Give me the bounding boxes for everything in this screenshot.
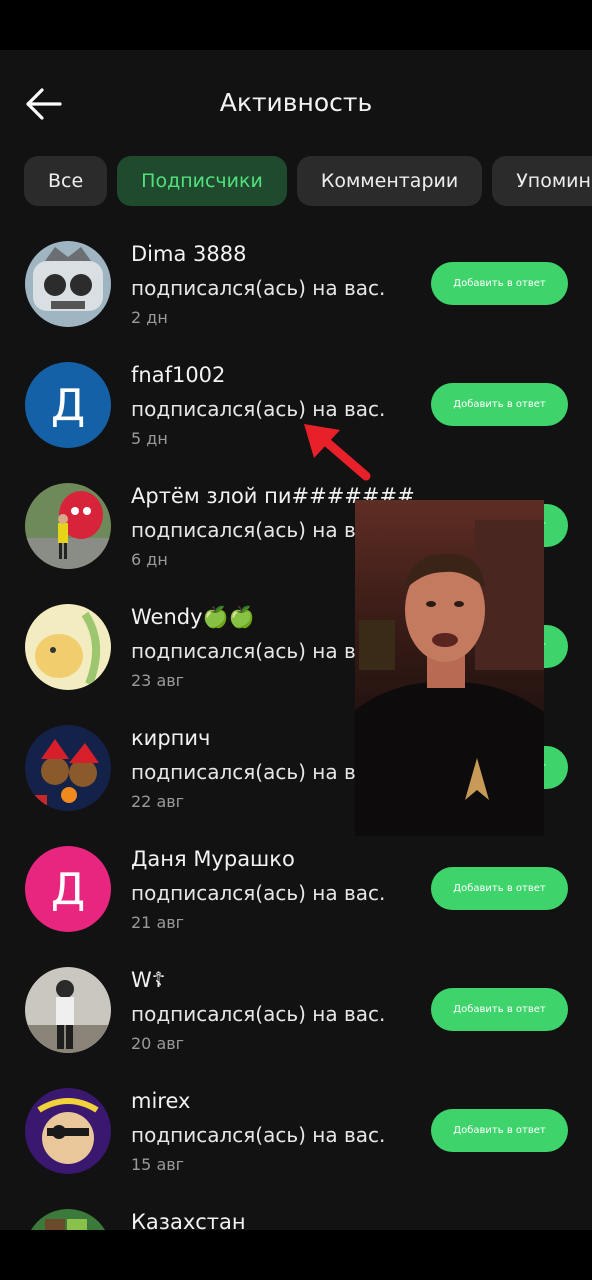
- avatar[interactable]: Д: [25, 362, 111, 448]
- activity-text: подписался(ась) на вас.: [131, 276, 386, 300]
- username[interactable]: Dima 3888: [131, 242, 246, 266]
- activity-screen: Активность Все Подписчики Комментарии Упоми…: [0, 50, 592, 1230]
- avatar[interactable]: [25, 725, 111, 811]
- list-item: Д fnaf1002 подписался(ась) на вас. 5 дн …: [0, 361, 592, 482]
- avatar-image: [25, 604, 111, 690]
- avatar-image: [25, 1088, 111, 1174]
- timestamp: 6 дн: [131, 550, 168, 569]
- top-bar: Активность: [0, 50, 592, 160]
- avatar-image: [25, 241, 111, 327]
- avatar[interactable]: Д: [25, 846, 111, 932]
- avatar[interactable]: [25, 241, 111, 327]
- activity-text: подписался(ась) на вас.: [131, 760, 386, 784]
- avatar-image: [25, 725, 111, 811]
- avatar[interactable]: [25, 604, 111, 690]
- username[interactable]: fnaf1002: [131, 363, 225, 387]
- person-video-image: [355, 520, 544, 836]
- list-item: Dima 3888 подписался(ась) на вас. 2 дн Д…: [0, 240, 592, 361]
- avatar[interactable]: [25, 967, 111, 1053]
- timestamp: 22 авг: [131, 792, 185, 811]
- list-item: Д Даня Мурашко подписался(ась) на вас. 2…: [0, 845, 592, 966]
- list-item: Казахстан Добавить в ответ: [0, 1208, 592, 1230]
- avatar-letter: Д: [50, 863, 86, 915]
- username[interactable]: mirex: [131, 1089, 190, 1113]
- filter-tabs: ВсеПодписчикиКомментарииУпомина: [24, 156, 592, 206]
- add-to-reply-button[interactable]: Добавить в ответ: [431, 262, 568, 305]
- username[interactable]: Даня Мурашко: [131, 847, 295, 871]
- list-item: W☦ подписался(ась) на вас. 20 авг Добави…: [0, 966, 592, 1087]
- avatar[interactable]: [25, 1209, 111, 1230]
- red-arrow-icon: [304, 424, 371, 481]
- timestamp: 20 авг: [131, 1034, 185, 1053]
- activity-text: подписался(ась) на вас.: [131, 397, 386, 421]
- tab-followers[interactable]: Подписчики: [117, 156, 287, 206]
- activity-text: подписался(ась) на вас.: [131, 1002, 386, 1026]
- timestamp: 23 авг: [131, 671, 185, 690]
- page-title: Активность: [219, 88, 373, 117]
- avatar-image: [25, 483, 111, 569]
- avatar-image: [25, 967, 111, 1053]
- add-to-reply-button[interactable]: Добавить в ответ: [431, 383, 568, 426]
- tab-comments[interactable]: Комментарии: [296, 156, 483, 206]
- timestamp: 15 авг: [131, 1155, 185, 1174]
- timestamp: 5 дн: [131, 429, 168, 448]
- activity-text: подписался(ась) на вас.: [131, 1123, 386, 1147]
- tab-mentions[interactable]: Упомина: [492, 156, 592, 206]
- avatar-image: [25, 1209, 111, 1230]
- username[interactable]: кирпич: [131, 726, 210, 750]
- avatar[interactable]: [25, 1088, 111, 1174]
- add-to-reply-button[interactable]: Добавить в ответ: [431, 988, 568, 1031]
- username[interactable]: W☦: [131, 968, 165, 992]
- list-item: mirex подписался(ась) на вас. 15 авг Доб…: [0, 1087, 592, 1208]
- avatar-letter: Д: [50, 379, 86, 431]
- username[interactable]: Казахстан: [131, 1210, 246, 1230]
- video-overlay: [355, 500, 544, 836]
- timestamp: 21 авг: [131, 913, 185, 932]
- add-to-reply-button[interactable]: Добавить в ответ: [431, 1109, 568, 1152]
- timestamp: 2 дн: [131, 308, 168, 327]
- username[interactable]: Wendy🍏🍏: [131, 605, 255, 630]
- avatar[interactable]: [25, 483, 111, 569]
- activity-text: подписался(ась) на вас.: [131, 881, 386, 905]
- add-to-reply-button[interactable]: Добавить в ответ: [431, 867, 568, 910]
- tab-all[interactable]: Все: [24, 156, 108, 206]
- activity-text: подписался(ась) на вас.: [131, 639, 386, 663]
- activity-text: подписался(ась) на вас.: [131, 518, 386, 542]
